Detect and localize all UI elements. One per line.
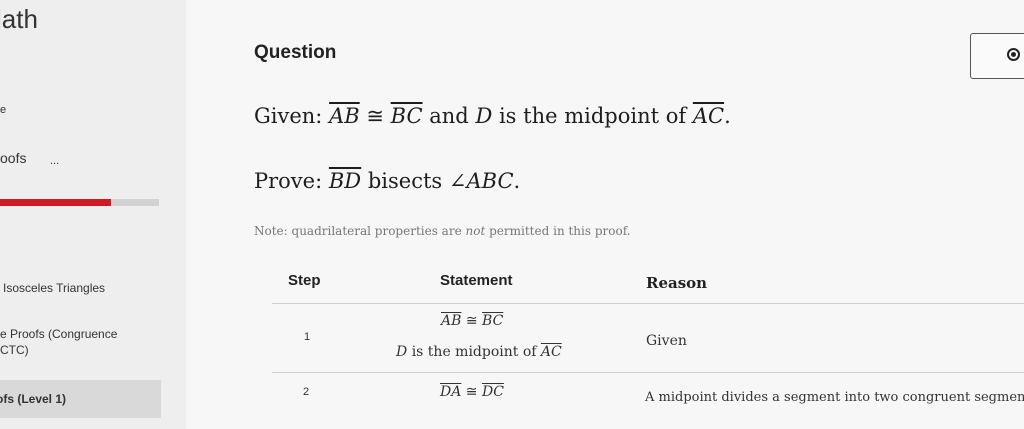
congruent-symbol: ≅ — [465, 313, 478, 329]
statement-line[interactable]: D is the midpoint of AC — [396, 344, 562, 360]
more-icon[interactable]: ... — [50, 155, 59, 167]
proof-note: Note: quadrilateral properties are not p… — [254, 224, 631, 238]
sidebar-item-proofs[interactable]: oofs — [0, 150, 26, 166]
statement-line[interactable]: AB ≅ BC — [441, 313, 503, 329]
given-statement: Given: AB ≅ BC and D is the midpoint of … — [254, 104, 731, 128]
question-heading: Question — [254, 42, 337, 63]
segment-da: DA — [440, 384, 462, 400]
segment-ac: AC — [540, 344, 562, 360]
angle-abc: ∠ABC — [448, 169, 514, 193]
note-emphasis: not — [465, 224, 486, 238]
period: . — [513, 169, 521, 193]
point-d: D — [475, 104, 493, 128]
reason-cell[interactable]: A midpoint divides a segment into two co… — [645, 390, 1024, 405]
column-header-statement: Statement — [440, 272, 513, 289]
and-text: and — [429, 104, 469, 128]
question-panel: Question Given: AB ≅ BC and D is the mid… — [186, 0, 1024, 429]
settings-button[interactable] — [970, 33, 1024, 79]
sidebar-item-label: CTC) — [0, 343, 29, 357]
step-number: 1 — [304, 331, 311, 343]
column-header-step: Step — [288, 272, 321, 289]
reason-cell[interactable]: Given — [646, 333, 687, 349]
progress-bar — [0, 199, 159, 206]
column-header-reason: Reason — [646, 274, 708, 292]
progress-fill — [0, 199, 112, 206]
brand-title: lath — [0, 4, 38, 34]
midpoint-text: is the midpoint of — [498, 104, 687, 128]
segment-ab: AB — [441, 313, 462, 329]
segment-dc: DC — [481, 384, 504, 400]
midpoint-text: is the midpoint of — [411, 344, 537, 360]
sidebar-item-label: e Proofs (Congruence — [0, 327, 118, 341]
segment-bd: BD — [328, 169, 362, 193]
bisects-text: bisects — [367, 169, 443, 193]
target-icon — [1007, 48, 1020, 61]
congruent-symbol: ≅ — [465, 384, 478, 400]
congruent-symbol: ≅ — [366, 104, 384, 128]
step-number: 2 — [303, 386, 310, 398]
statement-line[interactable]: DA ≅ DC — [440, 384, 504, 400]
segment-bc: BC — [390, 104, 423, 128]
prove-label: Prove: — [254, 169, 323, 193]
row-divider — [272, 372, 1024, 373]
segment-ab: AB — [329, 104, 360, 128]
prove-statement: Prove: BD bisects ∠ABC. — [254, 169, 520, 193]
course-sidebar: lath e oofs ... Isosceles Triangles e Pr… — [0, 0, 186, 429]
note-text: Note: quadrilateral properties are — [254, 224, 462, 238]
segment-bc: BC — [482, 313, 504, 329]
note-text: permitted in this proof. — [489, 224, 631, 238]
sidebar-item-isosceles-triangles[interactable]: Isosceles Triangles — [3, 281, 105, 295]
sidebar-item-proofs-level-1[interactable]: ofs (Level 1) — [0, 392, 66, 406]
given-label: Given: — [254, 104, 323, 128]
period: . — [724, 104, 731, 128]
point-d: D — [396, 344, 408, 360]
segment-ac: AC — [692, 104, 725, 128]
sidebar-item-proofs-congruence[interactable]: e Proofs (Congruence CTC) — [0, 326, 117, 358]
row-divider — [272, 303, 1024, 304]
sidebar-item-e[interactable]: e — [0, 104, 6, 116]
